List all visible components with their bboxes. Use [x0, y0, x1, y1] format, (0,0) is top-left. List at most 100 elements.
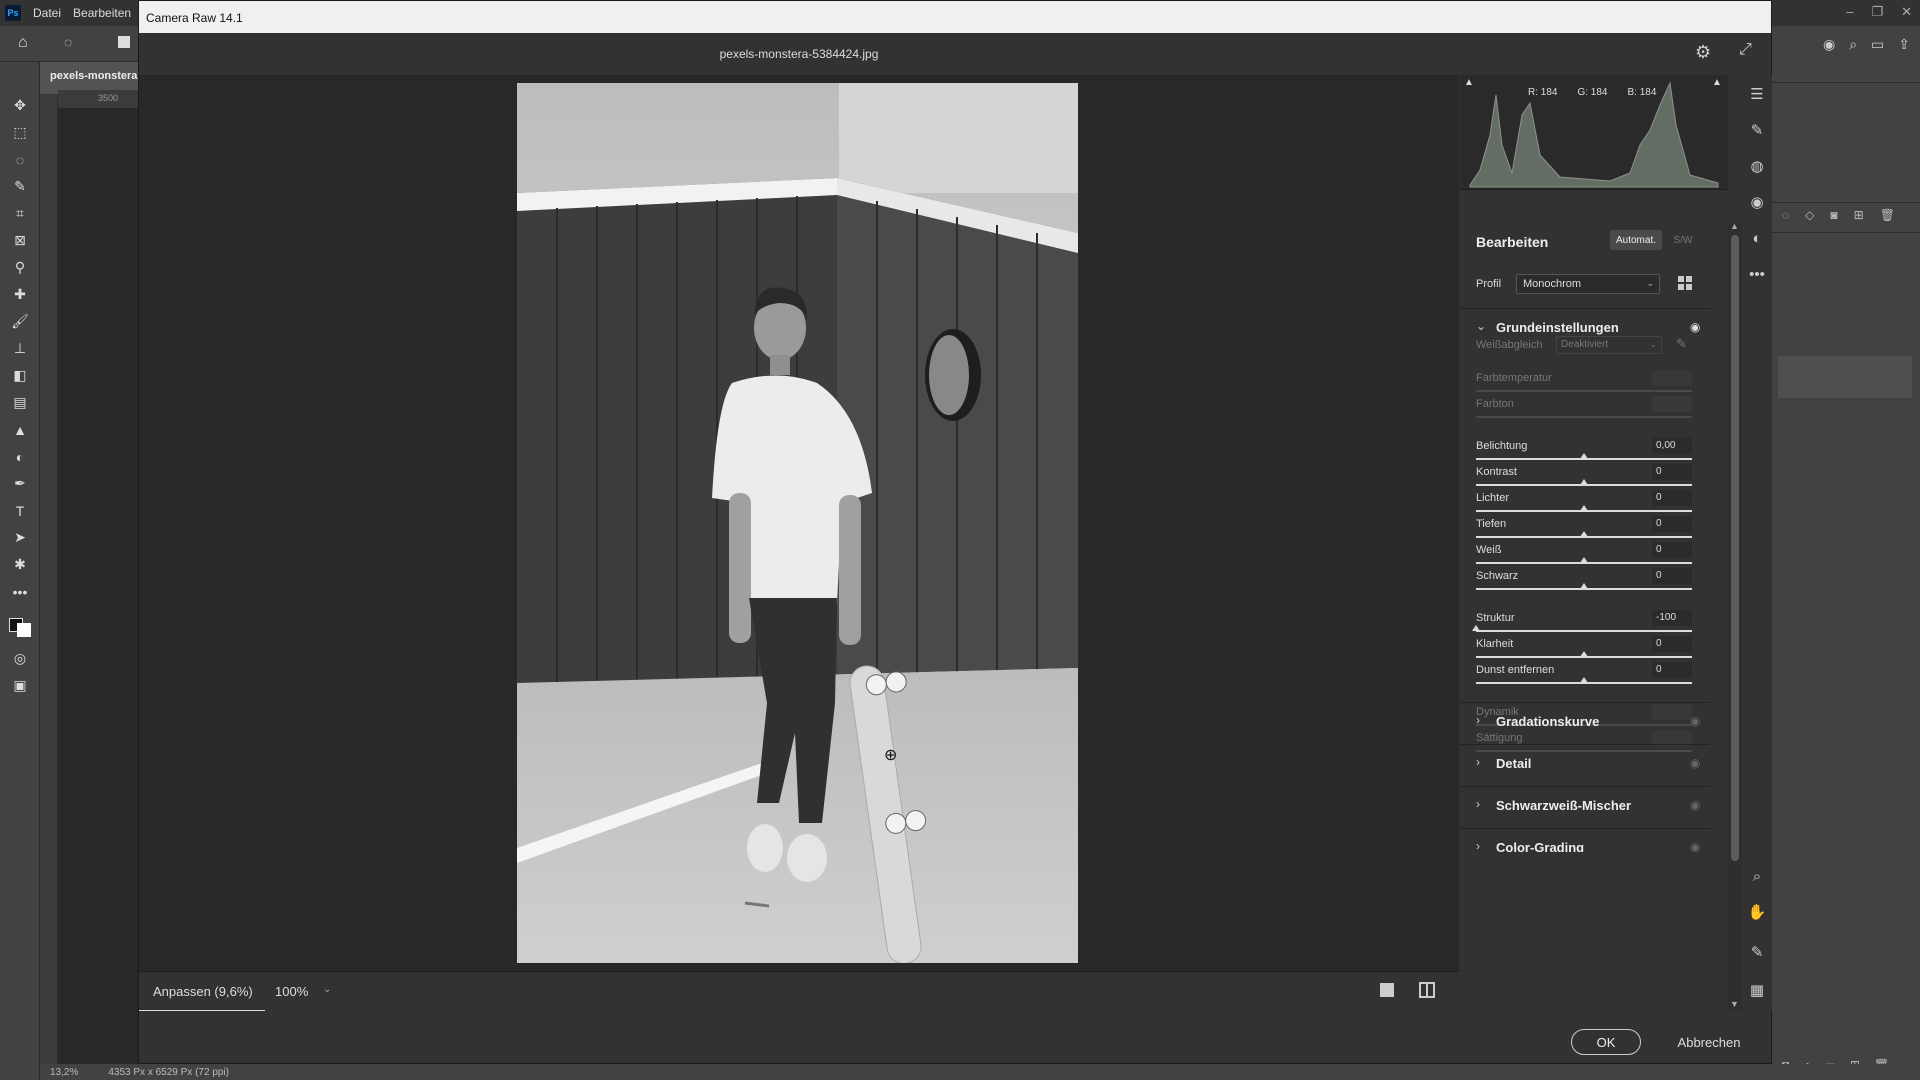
menu-datei[interactable]: Datei [33, 6, 61, 20]
selected-layer[interactable] [1778, 356, 1912, 398]
crop-tool-icon[interactable]: ⌗ [0, 200, 40, 227]
share-icon[interactable]: ⇪ [1898, 36, 1910, 53]
eyedropper-icon[interactable]: ⚲ [0, 254, 40, 281]
lasso-icon[interactable]: ◌ [0, 146, 40, 173]
ok-button[interactable]: OK [1571, 1029, 1641, 1055]
cancel-button[interactable]: Abbrechen [1659, 1029, 1759, 1055]
zoom-tool-icon[interactable]: ⌕ [1742, 861, 1772, 891]
slider-thumb[interactable] [1580, 479, 1588, 485]
quick-select-icon[interactable]: ✎ [0, 173, 40, 200]
eye-icon[interactable]: ◉ [1690, 756, 1700, 770]
masking-icon[interactable]: ◍ [1742, 151, 1772, 181]
color-swatches-icon[interactable] [0, 605, 40, 645]
eye-icon[interactable]: ◉ [1690, 798, 1700, 812]
profile-select[interactable]: Monochrom ⌄ [1516, 274, 1660, 294]
minimize-icon[interactable]: – [1846, 4, 1853, 20]
zoom-level[interactable]: 100% [275, 984, 308, 999]
section-tone-curve[interactable]: › Gradationskurve ◉ [1460, 702, 1710, 740]
slider-value-input[interactable]: 0 [1652, 464, 1692, 480]
slider-value-input[interactable]: 0 [1652, 662, 1692, 678]
slider-thumb[interactable] [1580, 505, 1588, 511]
auto-button[interactable]: Automat. [1610, 230, 1662, 250]
slider-value-input[interactable]: 0 [1652, 636, 1692, 652]
slider-track[interactable] [1476, 630, 1692, 632]
eyedropper-icon[interactable]: ✎ [1676, 336, 1687, 352]
healing-icon[interactable]: ✎ [1742, 115, 1772, 145]
trash-icon[interactable]: 🗑 [1880, 208, 1895, 222]
zoom-status[interactable]: 13,2% [50, 1067, 78, 1078]
slider-thumb[interactable] [1472, 625, 1480, 631]
more-tools-icon[interactable]: ••• [0, 578, 40, 605]
search-icon[interactable]: ⌕ [1849, 36, 1857, 53]
slider-thumb[interactable] [1580, 583, 1588, 589]
profile-browser-icon[interactable] [1678, 276, 1692, 290]
stamp-tool-icon[interactable]: ⊥ [0, 335, 40, 362]
eye-icon[interactable]: ◉ [1690, 714, 1700, 728]
slider-value-input[interactable]: 0 [1652, 490, 1692, 506]
fullscreen-icon[interactable]: ⤢ [1739, 41, 1752, 59]
screen-mode-icon[interactable]: ▣ [0, 672, 40, 699]
diamond-icon[interactable]: ◇ [1805, 208, 1814, 222]
slider-value-input[interactable]: 0 [1652, 516, 1692, 532]
marquee-tool-icon[interactable]: ⬚ [0, 119, 40, 146]
slider-value-input[interactable]: 0 [1652, 542, 1692, 558]
more-icon[interactable]: ••• [1742, 259, 1772, 289]
scroll-thumb[interactable] [1731, 235, 1739, 861]
slider-value-input[interactable]: -100 [1652, 610, 1692, 626]
slider-thumb[interactable] [1580, 453, 1588, 459]
dodge-tool-icon[interactable]: ◐ [0, 443, 40, 470]
selection-mode-icon[interactable] [118, 36, 130, 48]
chevron-down-icon[interactable]: ⌄ [323, 984, 331, 995]
path-select-icon[interactable]: ➤ [0, 524, 40, 551]
add-layer-icon[interactable]: ⊞ [1854, 208, 1864, 222]
section-bw-mixer[interactable]: › Schwarzweiß-Mischer ◉ [1460, 786, 1710, 824]
frame-tool-icon[interactable]: ⊠ [0, 227, 40, 254]
lock-icon[interactable]: ◌ [1782, 208, 1789, 222]
user-icon[interactable]: ◉ [1823, 36, 1835, 53]
color-sampler-icon[interactable]: ✎ [1742, 937, 1772, 967]
home-icon[interactable]: ⌂ [18, 34, 28, 52]
slider-thumb[interactable] [1580, 677, 1588, 683]
hand-tool-icon[interactable]: ✋ [1742, 897, 1772, 927]
healing-brush-icon[interactable]: ✚ [0, 281, 40, 308]
image-preview[interactable]: ⊕ [139, 75, 1459, 971]
highlight-clipping-icon[interactable]: ▲ [1712, 77, 1722, 88]
single-view-icon[interactable] [1380, 983, 1394, 997]
mask-icon[interactable]: ◙ [1830, 208, 1837, 222]
document-tab[interactable]: pexels-monstera [40, 62, 138, 90]
shape-tool-icon[interactable]: ✱ [0, 551, 40, 578]
eye-icon[interactable]: ◉ [1690, 320, 1700, 334]
shadow-clipping-icon[interactable]: ▲ [1464, 77, 1474, 88]
move-tool-icon[interactable]: ✥ [0, 92, 40, 119]
presets-icon[interactable]: ◐ [1742, 223, 1772, 253]
bw-button[interactable]: S/W [1668, 230, 1698, 250]
blur-tool-icon[interactable]: ▲ [0, 416, 40, 443]
section-color-grading[interactable]: › Color-Grading ◉ [1460, 828, 1710, 852]
slider-value-input[interactable]: 0 [1652, 568, 1692, 584]
panel-scrollbar[interactable]: ▲ ▼ [1728, 221, 1742, 1011]
edit-sliders-icon[interactable]: ☰ [1742, 79, 1772, 109]
red-eye-icon[interactable]: ◉ [1742, 187, 1772, 217]
slider-thumb[interactable] [1580, 557, 1588, 563]
gradient-tool-icon[interactable]: ▤ [0, 389, 40, 416]
restore-icon[interactable]: ❐ [1871, 4, 1883, 20]
quick-mask-icon[interactable]: ◎ [0, 645, 40, 672]
slider-thumb[interactable] [1580, 651, 1588, 657]
white-balance-select[interactable]: Deaktiviert ⌄ [1556, 336, 1662, 354]
slider-value-input[interactable]: 0,00 [1652, 438, 1692, 454]
zoom-fit-button[interactable]: Anpassen (9,6%) [153, 984, 253, 999]
close-icon[interactable]: ✕ [1901, 4, 1912, 20]
grid-overlay-icon[interactable]: ▦ [1742, 975, 1772, 1005]
brush-tool-icon[interactable]: 🖌 [0, 308, 40, 335]
eraser-icon[interactable]: ◧ [0, 362, 40, 389]
workspace-icon[interactable]: ▭ [1871, 36, 1884, 53]
lasso-tool-icon[interactable]: ◌ [64, 34, 72, 50]
menu-bearbeiten[interactable]: Bearbeiten [73, 6, 131, 20]
gear-icon[interactable]: ⚙ [1695, 42, 1711, 63]
slider-thumb[interactable] [1580, 531, 1588, 537]
section-detail[interactable]: › Detail ◉ [1460, 744, 1710, 782]
before-after-view-icon[interactable] [1419, 982, 1435, 998]
eye-icon[interactable]: ◉ [1690, 840, 1700, 852]
pen-tool-icon[interactable]: ✒ [0, 470, 40, 497]
type-tool-icon[interactable]: T [0, 497, 40, 524]
